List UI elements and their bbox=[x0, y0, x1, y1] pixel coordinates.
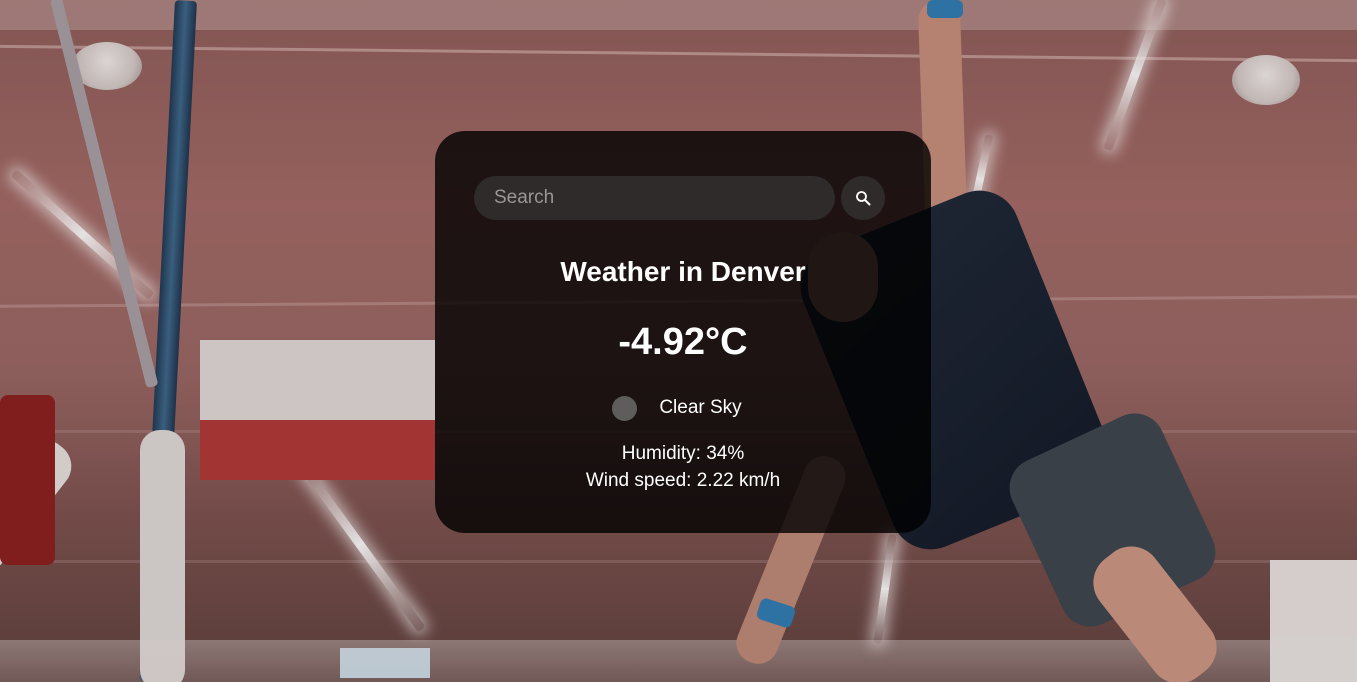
weather-condition-icon bbox=[612, 395, 638, 421]
weather-description-row: Clear Sky bbox=[435, 393, 931, 423]
weather-card: Weather in Denver -4.92°C Clear Sky Humi… bbox=[435, 131, 931, 533]
wind-speed: Wind speed: 2.22 km/h bbox=[585, 470, 781, 491]
city-title: Weather in Denver bbox=[560, 256, 806, 287]
search-button[interactable] bbox=[841, 176, 885, 220]
search-input[interactable] bbox=[474, 176, 835, 220]
weather-description: Clear Sky bbox=[659, 397, 742, 418]
humidity: Humidity: 34% bbox=[621, 443, 745, 464]
temperature: -4.92°C bbox=[618, 321, 748, 363]
search-bar bbox=[474, 176, 886, 220]
search-icon bbox=[856, 191, 871, 206]
